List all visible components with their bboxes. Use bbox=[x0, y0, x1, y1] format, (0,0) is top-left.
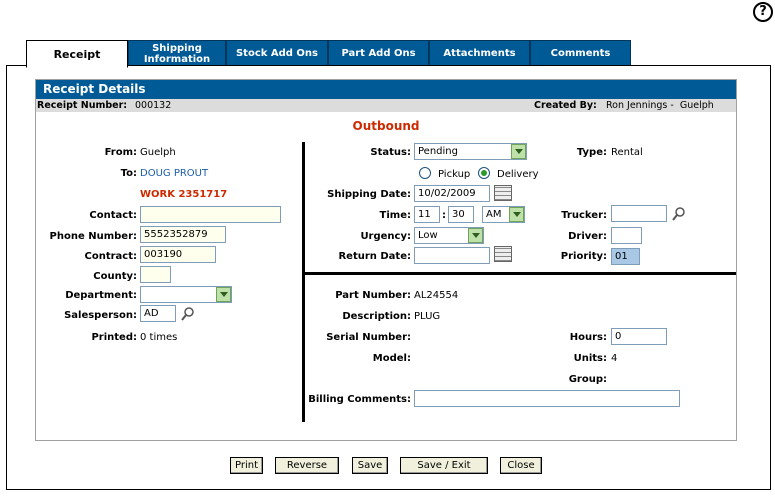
salesperson-label: Salesperson: bbox=[64, 310, 137, 321]
tab-part-add-ons[interactable]: Part Add Ons bbox=[328, 40, 429, 66]
printed-label: Printed: bbox=[91, 332, 137, 343]
delivery-radio[interactable] bbox=[478, 167, 490, 179]
part-number-label: Part Number: bbox=[335, 290, 411, 301]
column-divider bbox=[302, 142, 305, 422]
time-hour-input[interactable]: 11 bbox=[414, 206, 440, 223]
delivery-label: Delivery bbox=[497, 169, 539, 180]
tab-receipt[interactable]: Receipt bbox=[26, 40, 128, 68]
from-label: From: bbox=[104, 147, 137, 158]
printed-value: 0 times bbox=[140, 332, 178, 343]
serial-number-label: Serial Number: bbox=[326, 332, 411, 343]
search-icon[interactable] bbox=[180, 306, 196, 322]
time-label: Time: bbox=[379, 210, 411, 221]
work-number: WORK 2351717 bbox=[140, 189, 228, 200]
hours-input[interactable]: 0 bbox=[611, 328, 667, 345]
type-value: Rental bbox=[611, 147, 643, 158]
tab-label: Attachments bbox=[443, 48, 516, 59]
reverse-button[interactable]: Reverse bbox=[275, 457, 339, 474]
time-ampm-value: AM bbox=[486, 209, 502, 220]
trucker-label: Trucker: bbox=[561, 210, 607, 221]
units-value: 4 bbox=[611, 353, 618, 364]
description-value: PLUG bbox=[414, 311, 441, 322]
department-select[interactable] bbox=[140, 286, 232, 303]
pickup-label: Pickup bbox=[438, 169, 471, 180]
urgency-select[interactable]: Low bbox=[414, 227, 484, 244]
shipping-date-input[interactable]: 10/02/2009 bbox=[414, 185, 490, 202]
priority-input[interactable]: 01 bbox=[611, 248, 640, 265]
calendar-icon[interactable] bbox=[494, 185, 512, 201]
status-select[interactable]: Pending bbox=[414, 143, 527, 160]
driver-label: Driver: bbox=[568, 231, 607, 242]
save-exit-button[interactable]: Save / Exit bbox=[400, 457, 488, 474]
chevron-down-icon[interactable] bbox=[216, 287, 231, 302]
print-button[interactable]: Print bbox=[230, 457, 263, 474]
calendar-icon[interactable] bbox=[494, 246, 512, 262]
contract-label: Contract: bbox=[84, 251, 138, 262]
time-minute-input[interactable]: 30 bbox=[448, 206, 474, 223]
receipt-info-bar: Receipt Number: 000132 Created By: Ron J… bbox=[36, 99, 736, 112]
part-number-value: AL24554 bbox=[414, 290, 459, 301]
urgency-label: Urgency: bbox=[360, 231, 411, 242]
priority-label: Priority: bbox=[560, 251, 607, 262]
tab-label: Receipt bbox=[53, 47, 101, 61]
receipt-number: 000132 bbox=[135, 100, 172, 111]
section-title: Receipt Details bbox=[36, 80, 736, 99]
time-ampm-select[interactable]: AM bbox=[482, 206, 525, 223]
status-value: Pending bbox=[418, 146, 458, 157]
help-icon[interactable]: ? bbox=[753, 2, 773, 22]
return-date-input[interactable] bbox=[414, 247, 490, 264]
return-date-label: Return Date: bbox=[338, 251, 411, 262]
direction-heading: Outbound bbox=[352, 119, 420, 133]
pickup-radio[interactable] bbox=[419, 167, 431, 179]
tab-shipping-information[interactable]: Shipping Information bbox=[128, 40, 226, 66]
salesperson-input[interactable]: AD bbox=[140, 305, 176, 322]
tab-stock-add-ons[interactable]: Stock Add Ons bbox=[226, 40, 328, 66]
tab-comments[interactable]: Comments bbox=[530, 40, 631, 66]
to-customer-link[interactable]: DOUG PROUT bbox=[140, 167, 208, 181]
contact-input[interactable] bbox=[140, 206, 281, 223]
chevron-down-icon[interactable] bbox=[468, 228, 483, 243]
tab-label: Stock Add Ons bbox=[235, 48, 319, 59]
close-button[interactable]: Close bbox=[500, 457, 542, 474]
county-label: County: bbox=[93, 271, 137, 282]
group-label: Group: bbox=[568, 374, 607, 385]
trucker-input[interactable] bbox=[611, 205, 667, 222]
created-by-label: Created By: bbox=[534, 100, 597, 111]
tab-label: Comments bbox=[550, 48, 611, 59]
tab-label: Part Add Ons bbox=[341, 48, 416, 59]
billing-comments-input[interactable] bbox=[414, 390, 680, 407]
time-separator: : bbox=[442, 210, 446, 221]
status-label: Status: bbox=[370, 147, 411, 158]
shipping-date-label: Shipping Date: bbox=[327, 189, 411, 200]
receipt-number-label: Receipt Number: bbox=[37, 100, 128, 111]
to-label: To: bbox=[120, 168, 137, 179]
units-label: Units: bbox=[573, 353, 607, 364]
type-label: Type: bbox=[576, 147, 607, 158]
phone-input[interactable]: 5552352879 bbox=[140, 226, 226, 243]
section-divider bbox=[302, 272, 736, 275]
urgency-value: Low bbox=[418, 230, 438, 241]
driver-input[interactable] bbox=[611, 227, 642, 244]
billing-comments-label: Billing Comments: bbox=[308, 394, 411, 405]
created-by: Ron Jennings - Guelph bbox=[606, 100, 714, 111]
contract-input[interactable]: 003190 bbox=[140, 246, 216, 263]
description-label: Description: bbox=[342, 311, 411, 322]
search-icon[interactable] bbox=[671, 206, 687, 222]
department-label: Department: bbox=[65, 290, 137, 301]
from-value: Guelph bbox=[140, 147, 176, 158]
tab-attachments[interactable]: Attachments bbox=[429, 40, 530, 66]
contact-label: Contact: bbox=[89, 210, 137, 221]
chevron-down-icon[interactable] bbox=[511, 144, 526, 159]
tab-label: Shipping Information bbox=[143, 42, 211, 65]
chevron-down-icon[interactable] bbox=[509, 207, 524, 222]
model-label: Model: bbox=[372, 353, 411, 364]
hours-label: Hours: bbox=[569, 332, 607, 343]
county-input[interactable] bbox=[140, 266, 171, 283]
save-button[interactable]: Save bbox=[352, 457, 388, 474]
phone-label: Phone Number: bbox=[49, 231, 137, 242]
